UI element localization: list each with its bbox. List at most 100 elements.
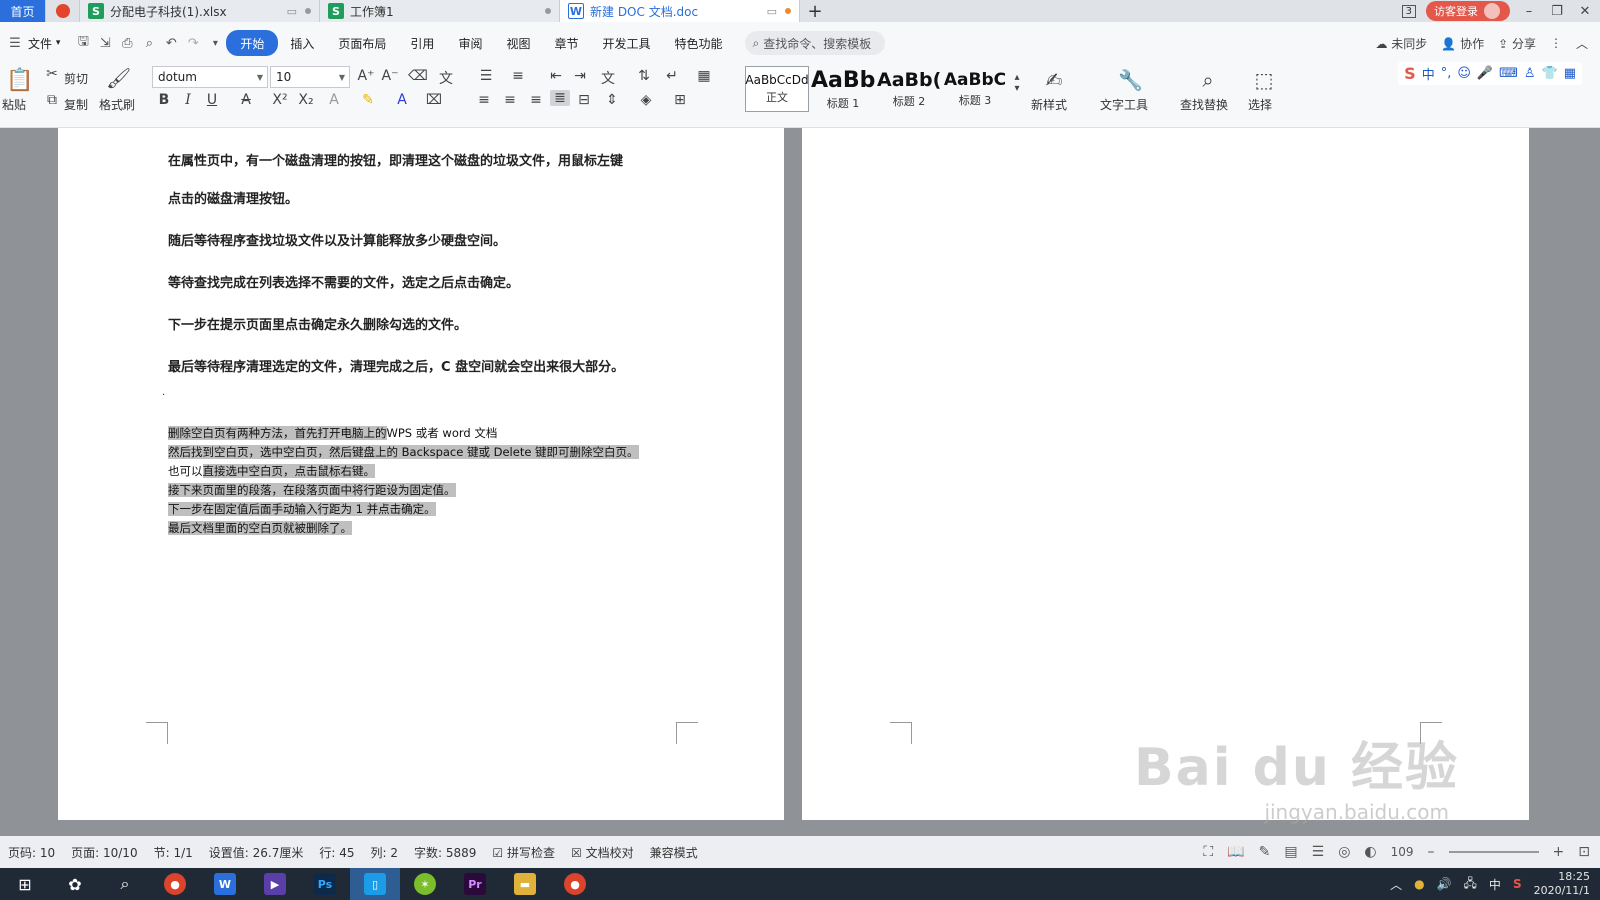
wrench-icon[interactable]: 🔧 <box>1118 68 1143 92</box>
ime-indicator[interactable]: 中 <box>1489 876 1501 893</box>
find-icon[interactable]: ⌕ <box>1198 68 1218 92</box>
align-right-icon[interactable]: ≡ <box>526 92 546 108</box>
font-size-select[interactable]: 10 ▼ <box>270 66 350 88</box>
print-preview-icon[interactable]: ⌕ <box>138 36 160 51</box>
align-center-icon[interactable]: ≡ <box>500 92 520 108</box>
tab-doc-file[interactable]: W 新建 DOC 文档.doc ▭ <box>560 0 800 22</box>
menu-view[interactable]: 视图 <box>494 30 542 56</box>
sort-icon[interactable]: ⇅ <box>634 68 654 84</box>
phonetic-icon[interactable]: 文 <box>436 68 456 88</box>
sogou-logo-icon[interactable]: S <box>1404 64 1416 83</box>
tab-app-logo[interactable] <box>46 0 80 22</box>
shrink-font-icon[interactable]: A⁻ <box>380 68 400 84</box>
borders-icon[interactable]: ⊞ <box>670 92 690 108</box>
grow-font-icon[interactable]: A⁺ <box>356 68 376 84</box>
status-col[interactable]: 列: 2 <box>362 844 406 861</box>
status-word-count[interactable]: 字数: 5889 <box>406 844 484 861</box>
menu-references[interactable]: 引用 <box>398 30 446 56</box>
zoom-slider[interactable] <box>1448 851 1539 853</box>
cut-button[interactable]: 剪切 <box>64 70 88 87</box>
keyboard-icon[interactable]: ⌨ <box>1499 66 1518 81</box>
collab-button[interactable]: 👤 协作 <box>1441 35 1484 52</box>
selected-line[interactable]: 删除空白页有两种方法，首先打开电脑上的WPS 或者 word 文档 <box>168 424 497 442</box>
paste-button[interactable]: 粘贴 <box>2 96 26 113</box>
underline-icon[interactable]: U <box>202 92 222 108</box>
document-page-2[interactable]: Bai du 经验 jingyan.baidu.com <box>802 128 1529 824</box>
file-menu[interactable]: 文件 ▾ <box>26 30 72 56</box>
paragraph[interactable]: 等待查找完成在列表选择不需要的文件，选定之后点击确定。 <box>168 272 519 291</box>
unsaved-dot-icon[interactable] <box>785 8 791 14</box>
find-replace-button[interactable]: 查找替换 <box>1180 96 1228 113</box>
taskbar-media[interactable]: ▶ <box>250 868 300 900</box>
selected-line[interactable]: 然后找到空白页，选中空白页，然后键盘上的 Backspace 键或 Delete… <box>168 443 639 461</box>
clock[interactable]: 18:25 2020/11/1 <box>1534 870 1590 898</box>
outline-view-icon[interactable]: ☰ <box>1312 844 1325 860</box>
taskbar-photoshop[interactable]: Ps <box>300 868 350 900</box>
increase-indent-icon[interactable]: ⇥ <box>570 68 590 84</box>
share-button[interactable]: ⇪ 分享 <box>1498 35 1536 52</box>
chinese-layout-icon[interactable]: 文 <box>598 68 618 88</box>
tray-app-icon[interactable]: ● <box>1414 877 1424 891</box>
close-icon[interactable]: ✕ <box>1576 4 1594 19</box>
status-row[interactable]: 行: 45 <box>311 844 362 861</box>
taskbar-chrome-2[interactable]: ● <box>550 868 600 900</box>
style-heading-2[interactable]: AaBb( 标题 2 <box>877 66 941 112</box>
clear-format-icon[interactable]: ⌫ <box>408 68 428 84</box>
edit-mode-icon[interactable]: ✎ <box>1259 844 1271 860</box>
align-left-icon[interactable]: ≡ <box>474 92 494 108</box>
taskbar-phone[interactable]: ▯ <box>350 868 400 900</box>
fit-window-icon[interactable]: ⊡ <box>1578 844 1590 860</box>
style-heading-3[interactable]: AaBbC 标题 3 <box>943 66 1007 112</box>
format-painter-icon[interactable]: 🖌 <box>106 66 131 90</box>
emoji-icon[interactable]: ☺ <box>1457 66 1471 81</box>
export-icon[interactable]: ⇲ <box>94 36 116 51</box>
selected-line[interactable]: 下一步在固定值后面手动输入行距为 1 并点击确定。 <box>168 500 436 518</box>
menu-page-layout[interactable]: 页面布局 <box>326 30 398 56</box>
document-page-1[interactable]: 在属性页中，有一个磁盘清理的按钮，即清理这个磁盘的垃圾文件，用鼠标左键 点击的磁… <box>58 128 784 820</box>
format-painter-button[interactable]: 格式刷 <box>99 96 135 113</box>
microphone-icon[interactable]: 🎤 <box>1477 66 1493 81</box>
user-icon[interactable]: ♙ <box>1524 66 1536 81</box>
monitor-icon[interactable]: ▭ <box>767 5 777 18</box>
menu-insert[interactable]: 插入 <box>278 30 326 56</box>
highlight-icon[interactable]: ✎ <box>358 92 378 108</box>
paragraph[interactable]: 点击的磁盘清理按钮。 <box>168 188 298 207</box>
status-section[interactable]: 节: 1/1 <box>146 844 201 861</box>
taskbar-wps[interactable]: W <box>200 868 250 900</box>
taskbar-chrome[interactable]: ● <box>150 868 200 900</box>
text-tools-button[interactable]: 文字工具 <box>1100 96 1148 113</box>
line-spacing-icon[interactable]: ⇕ <box>602 92 622 108</box>
copy-button[interactable]: 复制 <box>64 96 88 113</box>
font-name-select[interactable]: dotum ▼ <box>152 66 268 88</box>
copy-icon[interactable]: ⧉ <box>42 92 62 108</box>
menu-review[interactable]: 审阅 <box>446 30 494 56</box>
numbered-list-icon[interactable]: ≡ <box>508 68 528 84</box>
hamburger-icon[interactable]: ☰ <box>4 36 26 51</box>
new-style-button[interactable]: 新样式 <box>1031 96 1067 113</box>
sync-button[interactable]: ☁ 未同步 <box>1375 35 1427 52</box>
restore-icon[interactable]: ❐ <box>1548 4 1566 19</box>
menu-home[interactable]: 开始 <box>226 30 279 56</box>
strikethrough-icon[interactable]: A <box>236 92 256 108</box>
char-border-icon[interactable]: ⌧ <box>424 92 444 108</box>
selected-line[interactable]: 接下来页面里的段落，在段落页面中将行距设为固定值。 <box>168 481 456 499</box>
bullet-list-icon[interactable]: ☰ <box>476 68 496 84</box>
bold-icon[interactable]: B <box>154 92 174 108</box>
taskbar-explorer[interactable]: ▬ <box>500 868 550 900</box>
justify-icon[interactable]: ≣ <box>550 90 570 106</box>
tab-close-dot-icon[interactable] <box>545 8 551 14</box>
menu-developer[interactable]: 开发工具 <box>590 30 662 56</box>
paragraph[interactable]: 随后等待程序查找垃圾文件以及计算能释放多少硬盘空间。 <box>168 230 506 249</box>
zoom-out-icon[interactable]: – <box>1428 844 1435 860</box>
decrease-indent-icon[interactable]: ⇤ <box>546 68 566 84</box>
undo-icon[interactable]: ↶ <box>160 36 182 51</box>
save-icon[interactable]: 🖫 <box>72 32 94 54</box>
reading-mode-icon[interactable]: 📖 <box>1227 844 1244 860</box>
selected-line[interactable]: 最后文档里面的空白页就被删除了。 <box>168 519 352 537</box>
menu-chapter[interactable]: 章节 <box>542 30 590 56</box>
windows-start-icon[interactable]: ⊞ <box>0 868 50 900</box>
tab-close-dot-icon[interactable] <box>305 8 311 14</box>
scissors-icon[interactable]: ✂ <box>42 66 62 82</box>
selected-line[interactable]: 也可以直接选中空白页，点击鼠标右键。 <box>168 462 375 480</box>
zoom-level[interactable]: 109 <box>1391 845 1414 859</box>
